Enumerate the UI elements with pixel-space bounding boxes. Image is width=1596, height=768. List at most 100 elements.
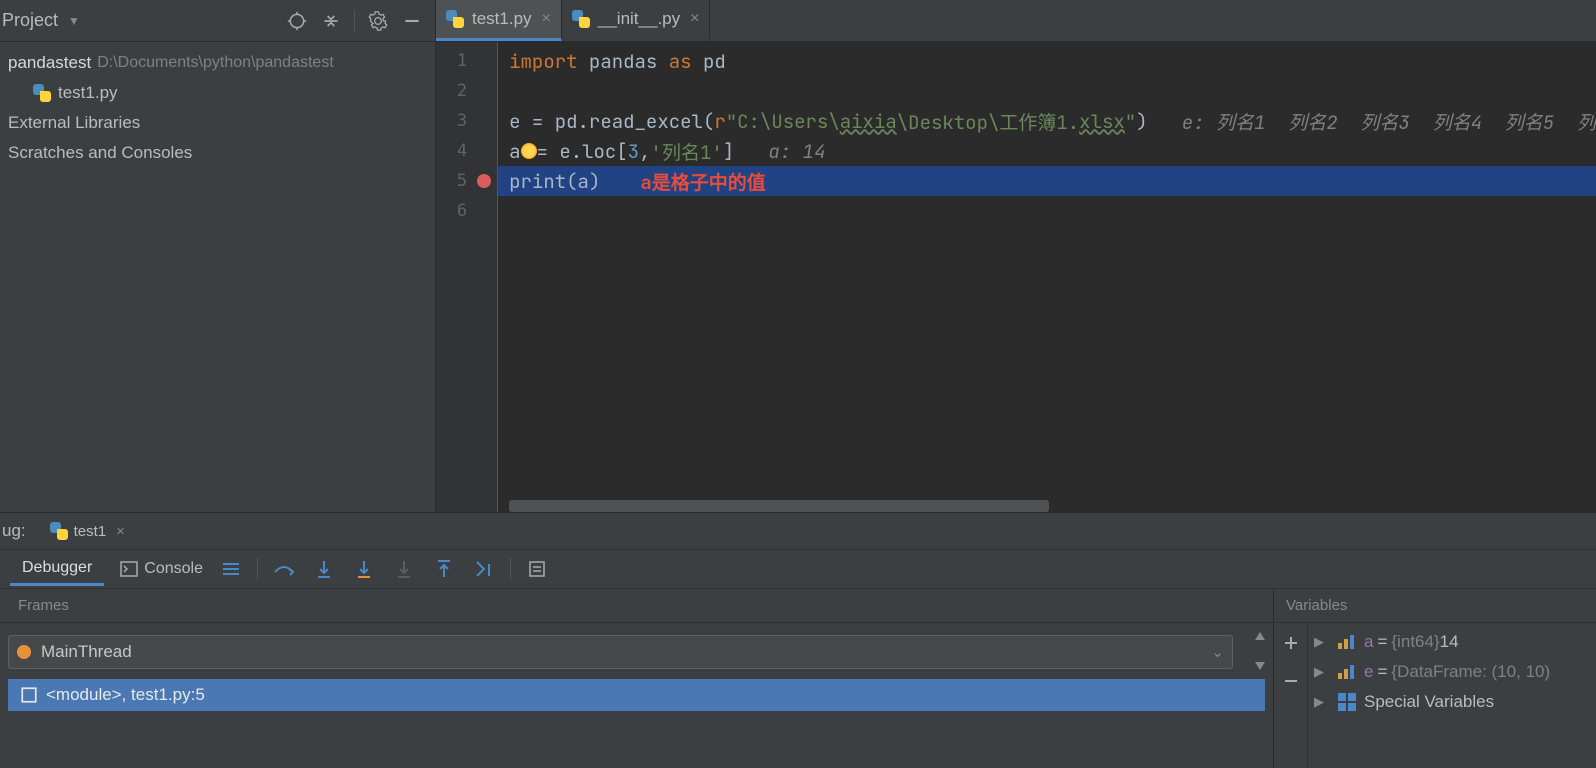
project-dropdown-icon[interactable]: ▼ xyxy=(68,14,80,28)
debug-panel: ug: test1 × Debugger Console xyxy=(0,512,1596,768)
frames-panel: Frames MainThread ⌄ <module>, test1.py:5 xyxy=(0,589,1274,768)
frames-header: Frames xyxy=(0,589,1273,623)
project-tree: pandastest D:\Documents\python\pandastes… xyxy=(0,42,435,174)
gutter-line[interactable]: 4 xyxy=(436,136,497,166)
debug-tabbar: ug: test1 × xyxy=(0,513,1596,549)
expand-icon[interactable]: ▶ xyxy=(1314,694,1330,710)
breakpoint-icon[interactable] xyxy=(477,174,491,188)
code-line[interactable]: a= e.loc[3,'列名1'] a: 14 xyxy=(497,136,1596,166)
project-title: Project xyxy=(0,10,58,31)
debugger-tab[interactable]: Debugger xyxy=(10,553,104,586)
intention-bulb-icon[interactable] xyxy=(521,143,537,159)
var-type: {int64} xyxy=(1391,632,1439,652)
thread-selector[interactable]: MainThread ⌄ xyxy=(8,635,1233,669)
grid-icon xyxy=(1338,693,1356,711)
code-line[interactable]: e = pd.read_excel(r"C:\Users\aixia\Deskt… xyxy=(497,106,1596,136)
variable-row[interactable]: ▶ e = {DataFrame: (10, 10) xyxy=(1308,657,1596,687)
scratches-consoles[interactable]: Scratches and Consoles xyxy=(0,138,435,168)
vars-tree: ▶ a = {int64} 14 ▶ e = {Dat xyxy=(1308,623,1596,768)
expand-icon[interactable]: ▶ xyxy=(1314,664,1330,680)
code-line[interactable] xyxy=(497,76,1596,106)
locate-icon[interactable] xyxy=(284,8,310,34)
external-label: External Libraries xyxy=(8,113,140,133)
frame-down-icon[interactable] xyxy=(1247,653,1273,679)
project-file-test1[interactable]: test1.py xyxy=(0,78,435,108)
project-header: Project ▼ xyxy=(0,0,435,42)
threads-icon[interactable] xyxy=(217,555,245,583)
external-annotation: a是格子中的值 xyxy=(640,168,765,195)
debug-toolbar: Debugger Console xyxy=(0,549,1596,589)
editor-tab-init[interactable]: __init__.py × xyxy=(562,0,711,41)
run-tab-label: test1 xyxy=(74,523,107,540)
hide-icon[interactable] xyxy=(399,8,425,34)
gutter-line[interactable]: 5 xyxy=(436,166,497,196)
horizontal-scrollbar[interactable] xyxy=(509,500,1049,512)
chevron-down-icon: ⌄ xyxy=(1211,643,1224,661)
step-out-icon[interactable] xyxy=(430,555,458,583)
gutter-line[interactable]: 1 xyxy=(436,46,497,76)
settings-icon[interactable] xyxy=(365,8,391,34)
code-line[interactable] xyxy=(497,196,1596,226)
python-file-icon xyxy=(446,10,464,28)
debug-run-tab[interactable]: test1 × xyxy=(44,520,131,542)
thread-name: MainThread xyxy=(41,642,1211,662)
force-step-into-icon[interactable] xyxy=(390,555,418,583)
project-root-name: pandastest xyxy=(8,53,91,73)
editor-tab-test1[interactable]: test1.py × xyxy=(436,0,562,41)
project-panel: Project ▼ pandastest xyxy=(0,0,436,512)
python-file-icon xyxy=(50,522,68,540)
var-type: {DataFrame: (10, 10) xyxy=(1391,662,1550,682)
step-over-icon[interactable] xyxy=(270,555,298,583)
close-tab-icon[interactable]: × xyxy=(542,10,551,28)
variable-row[interactable]: ▶ a = {int64} 14 xyxy=(1308,627,1596,657)
external-libraries[interactable]: External Libraries xyxy=(0,108,435,138)
add-watch-icon[interactable] xyxy=(1277,629,1305,657)
tab-label: __init__.py xyxy=(598,9,680,29)
vars-toolbar xyxy=(1274,623,1308,768)
console-tab[interactable]: Console xyxy=(120,560,203,578)
step-into-my-code-icon[interactable] xyxy=(350,555,378,583)
variables-header: Variables xyxy=(1274,589,1596,623)
inline-hint: a: 14 xyxy=(734,139,825,164)
value-icon xyxy=(1338,665,1356,679)
collapse-all-icon[interactable] xyxy=(318,8,344,34)
expand-icon[interactable]: ▶ xyxy=(1314,634,1330,650)
step-into-icon[interactable] xyxy=(310,555,338,583)
editor-area: test1.py × __init__.py × 1 2 3 4 5 6 xyxy=(436,0,1596,512)
special-vars-label: Special Variables xyxy=(1364,692,1494,712)
evaluate-expression-icon[interactable] xyxy=(523,555,551,583)
inline-hint: e: 列名1 列名2 列名3 列名4 列名5 列 xyxy=(1148,108,1596,135)
var-value: 14 xyxy=(1440,632,1459,652)
python-file-icon xyxy=(572,10,590,28)
tab-label: test1.py xyxy=(472,9,532,29)
gutter-line[interactable]: 2 xyxy=(436,76,497,106)
stack-frame[interactable]: <module>, test1.py:5 xyxy=(8,679,1265,711)
frame-label: <module>, test1.py:5 xyxy=(46,685,205,705)
code-line-active[interactable]: print(a)a是格子中的值 xyxy=(497,166,1596,196)
variable-row-special[interactable]: ▶ Special Variables xyxy=(1308,687,1596,717)
close-tab-icon[interactable]: × xyxy=(116,523,125,540)
var-name: a xyxy=(1364,632,1373,652)
python-file-icon xyxy=(32,83,52,103)
run-to-cursor-icon[interactable] xyxy=(470,555,498,583)
value-icon xyxy=(1338,635,1356,649)
scratches-label: Scratches and Consoles xyxy=(8,143,192,163)
debug-label: ug: xyxy=(2,521,26,541)
gutter-line[interactable]: 3 xyxy=(436,106,497,136)
code-line[interactable]: import pandas as pd xyxy=(497,46,1596,76)
frame-up-icon[interactable] xyxy=(1247,623,1273,649)
code-area[interactable]: import pandas as pd e = pd.read_excel(r"… xyxy=(497,42,1596,512)
thread-status-icon xyxy=(17,645,31,659)
variables-panel: Variables ▶ a = {int64} 14 xyxy=(1274,589,1596,768)
var-name: e xyxy=(1364,662,1373,682)
file-label: test1.py xyxy=(58,83,118,103)
gutter[interactable]: 1 2 3 4 5 6 xyxy=(436,42,497,512)
project-root-path: D:\Documents\python\pandastest xyxy=(97,54,334,72)
editor-tabs: test1.py × __init__.py × xyxy=(436,0,1596,42)
close-tab-icon[interactable]: × xyxy=(690,10,699,28)
frame-icon xyxy=(20,686,38,704)
editor-body[interactable]: 1 2 3 4 5 6 import pandas as pd e = pd.r… xyxy=(436,42,1596,512)
project-root[interactable]: pandastest D:\Documents\python\pandastes… xyxy=(0,48,435,78)
gutter-line[interactable]: 6 xyxy=(436,196,497,226)
remove-watch-icon[interactable] xyxy=(1277,667,1305,695)
